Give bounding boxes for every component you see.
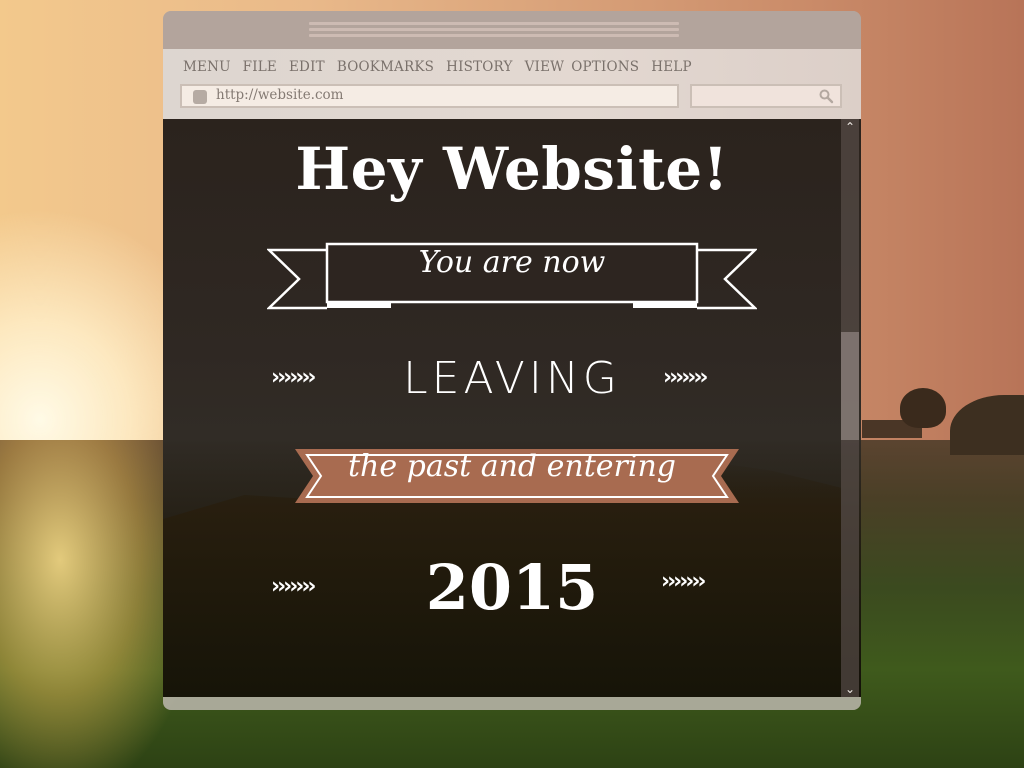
search-icon[interactable] [818,88,834,104]
menu-item-menu[interactable]: MENU [183,59,231,75]
address-url[interactable]: http://website.com [216,87,343,103]
drag-grip-line [309,34,679,37]
menu-item-view[interactable]: VIEW [525,59,565,75]
drag-grip-line [309,22,679,25]
chevron-arrows-icon: ››››››› [661,569,707,594]
menu-item-help[interactable]: HELP [651,59,691,75]
menu-item-options[interactable]: OPTIONS [571,59,639,75]
favicon-placeholder-icon [193,90,207,104]
status-bar [163,697,861,710]
menu-bar: MENU FILE EDIT BOOKMARKS HISTORY VIEW OP… [183,59,704,75]
browser-window: MENU FILE EDIT BOOKMARKS HISTORY VIEW OP… [163,11,861,710]
drag-grip-line [309,28,679,31]
scroll-thumb[interactable] [841,332,859,441]
chevron-up-icon[interactable]: ⌃ [841,119,859,135]
hill-silhouette [950,395,1024,455]
menu-item-history[interactable]: HISTORY [446,59,513,75]
chevron-arrows-icon: ››››››› [663,365,709,390]
ribbon-top-text: You are now [418,245,606,280]
vertical-scrollbar[interactable]: ⌃ ⌄ [841,119,859,697]
chevron-down-icon[interactable]: ⌄ [841,681,859,697]
toolbar: MENU FILE EDIT BOOKMARKS HISTORY VIEW OP… [163,49,861,119]
headline: Hey Website! [295,135,729,203]
page-content: Hey Website! You are now ››››››› LEAVING… [163,119,861,697]
address-bar[interactable]: http://website.com [180,84,679,108]
menu-item-file[interactable]: FILE [243,59,277,75]
leaving-text: LEAVING [403,353,621,404]
title-bar[interactable] [163,11,861,49]
menu-item-edit[interactable]: EDIT [289,59,325,75]
year-text: 2015 [425,551,599,624]
search-input[interactable] [690,84,842,108]
menu-item-bookmarks[interactable]: BOOKMARKS [337,59,434,75]
ribbon-bottom-text: the past and entering [347,449,677,484]
tree-silhouette [900,388,946,428]
